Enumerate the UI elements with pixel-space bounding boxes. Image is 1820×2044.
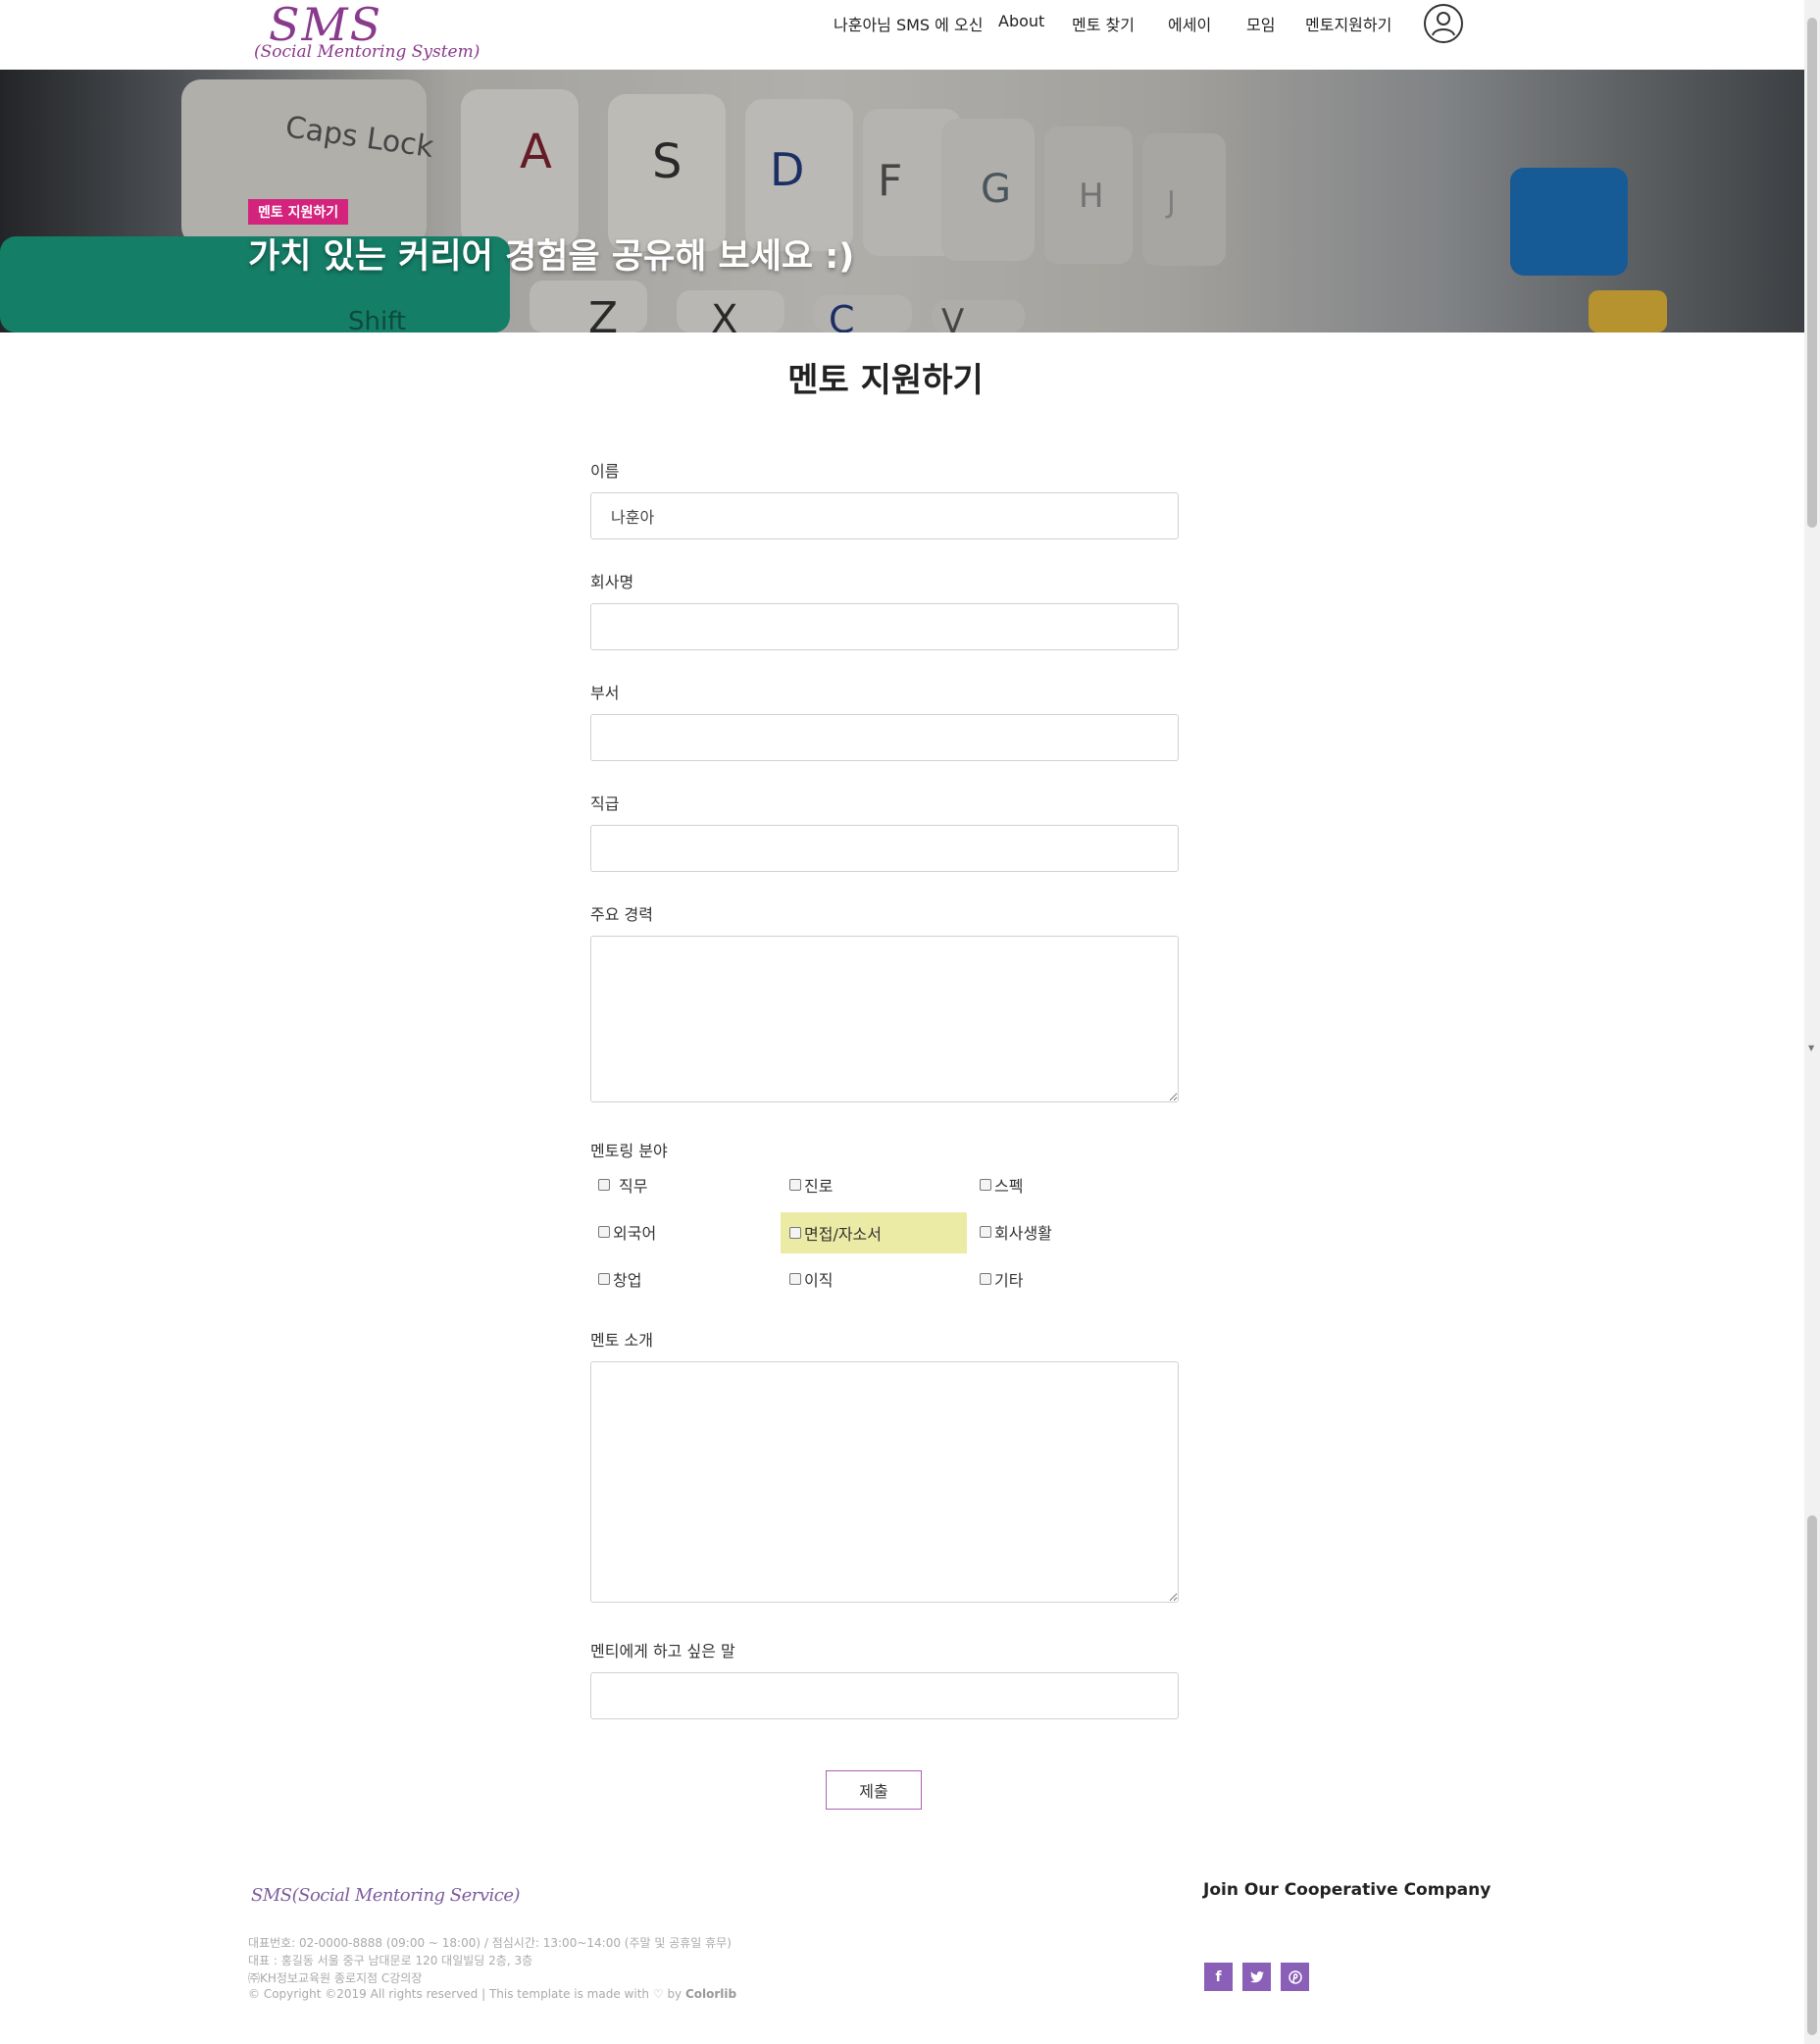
- company-field[interactable]: [590, 603, 1179, 650]
- career-textarea[interactable]: [590, 936, 1179, 1102]
- site-header: SMS (Social Mentoring System) 나훈아님 SMS 에…: [0, 0, 1804, 70]
- footer-logo: SMS(Social Mentoring Service): [251, 1885, 521, 1906]
- nav-mentor-apply[interactable]: 멘토지원하기: [1305, 12, 1391, 35]
- field-interview-label: 면접/자소서: [804, 1225, 882, 1244]
- hero-banner: Caps Lock A S D F G H J Shift Z X C V 멘토…: [0, 70, 1804, 332]
- company-label: 회사명: [590, 573, 634, 591]
- rank-field[interactable]: [590, 825, 1179, 872]
- field-interview-checkbox[interactable]: 면접/자소서: [781, 1212, 967, 1253]
- scroll-down-icon[interactable]: ▼: [1808, 1044, 1814, 1052]
- intro-textarea[interactable]: [590, 1361, 1179, 1603]
- pinterest-icon[interactable]: [1281, 1963, 1309, 1991]
- name-label: 이름: [590, 462, 620, 481]
- field-job-change-label: 이직: [804, 1271, 834, 1290]
- department-field[interactable]: [590, 714, 1179, 761]
- field-language-checkbox[interactable]: 외국어: [598, 1212, 656, 1252]
- page-title: 멘토 지원하기: [787, 361, 984, 400]
- facebook-icon[interactable]: f: [1204, 1963, 1233, 1991]
- nav-about[interactable]: About: [998, 12, 1044, 30]
- message-field[interactable]: [590, 1672, 1179, 1719]
- twitter-icon[interactable]: [1242, 1963, 1271, 1991]
- colorlib-link[interactable]: Colorlib: [685, 1987, 736, 2001]
- message-label: 멘티에게 하고 싶은 말: [590, 1642, 735, 1661]
- field-career-path-label: 진로: [804, 1177, 834, 1196]
- footer-heading: Join Our Cooperative Company: [1203, 1880, 1491, 1900]
- nav-find-mentor[interactable]: 멘토 찾기: [1072, 12, 1135, 35]
- field-spec-label: 스펙: [994, 1177, 1024, 1196]
- field-company-life-label: 회사생활: [994, 1224, 1052, 1243]
- hero-title: 가치 있는 커리어 경험을 공유해 보세요 :): [248, 237, 855, 277]
- field-startup-checkbox[interactable]: 창업: [598, 1259, 641, 1299]
- footer-branch: ㈜KH정보교육원 종로지점 C강의장: [248, 1971, 423, 1985]
- submit-button[interactable]: 제출: [826, 1770, 922, 1810]
- hero-badge: 멘토 지원하기: [248, 199, 349, 225]
- department-label: 부서: [590, 684, 620, 702]
- field-job-label: 직무: [619, 1177, 648, 1196]
- footer-address: 대표 : 홍길동 서울 중구 남대문로 120 대일빌딩 2층, 3층: [248, 1954, 533, 1967]
- rank-label: 직급: [590, 794, 620, 813]
- field-language-label: 외국어: [613, 1224, 657, 1243]
- field-startup-label: 창업: [613, 1271, 642, 1290]
- user-icon[interactable]: [1424, 4, 1463, 43]
- nav-meetup[interactable]: 모임: [1246, 12, 1275, 35]
- name-field[interactable]: [590, 492, 1179, 539]
- nav-essay[interactable]: 에세이: [1168, 12, 1211, 35]
- copyright-text: © Copyright ©2019 All rights reserved | …: [248, 1987, 650, 2001]
- field-job-change-checkbox[interactable]: 이직: [789, 1259, 833, 1299]
- field-job-checkbox[interactable]: 직무: [598, 1165, 647, 1204]
- page-scrollbar[interactable]: ▼: [1804, 0, 1820, 2044]
- scrollbar-thumb-lower[interactable]: [1807, 1515, 1817, 2035]
- logo-subtitle: (Social Mentoring System): [254, 42, 480, 62]
- nav-greeting[interactable]: 나훈아님 SMS 에 오신: [834, 12, 983, 35]
- intro-label: 멘토 소개: [590, 1331, 653, 1350]
- field-company-life-checkbox[interactable]: 회사생활: [980, 1212, 1052, 1252]
- scrollbar-thumb[interactable]: [1807, 18, 1817, 528]
- career-label: 주요 경력: [590, 905, 653, 924]
- field-etc-label: 기타: [994, 1271, 1024, 1290]
- footer-copyright: © Copyright ©2019 All rights reserved | …: [248, 1987, 736, 2001]
- field-career-path-checkbox[interactable]: 진로: [789, 1165, 833, 1204]
- copyright-by: by: [667, 1987, 682, 2001]
- field-spec-checkbox[interactable]: 스펙: [980, 1165, 1023, 1204]
- field-etc-checkbox[interactable]: 기타: [980, 1259, 1023, 1299]
- footer-phone: 대표번호: 02-0000-8888 (09:00 ~ 18:00) / 점심시…: [248, 1936, 732, 1950]
- mentoring-field-label: 멘토링 분야: [590, 1142, 668, 1160]
- heart-icon: ♡: [652, 1987, 664, 2001]
